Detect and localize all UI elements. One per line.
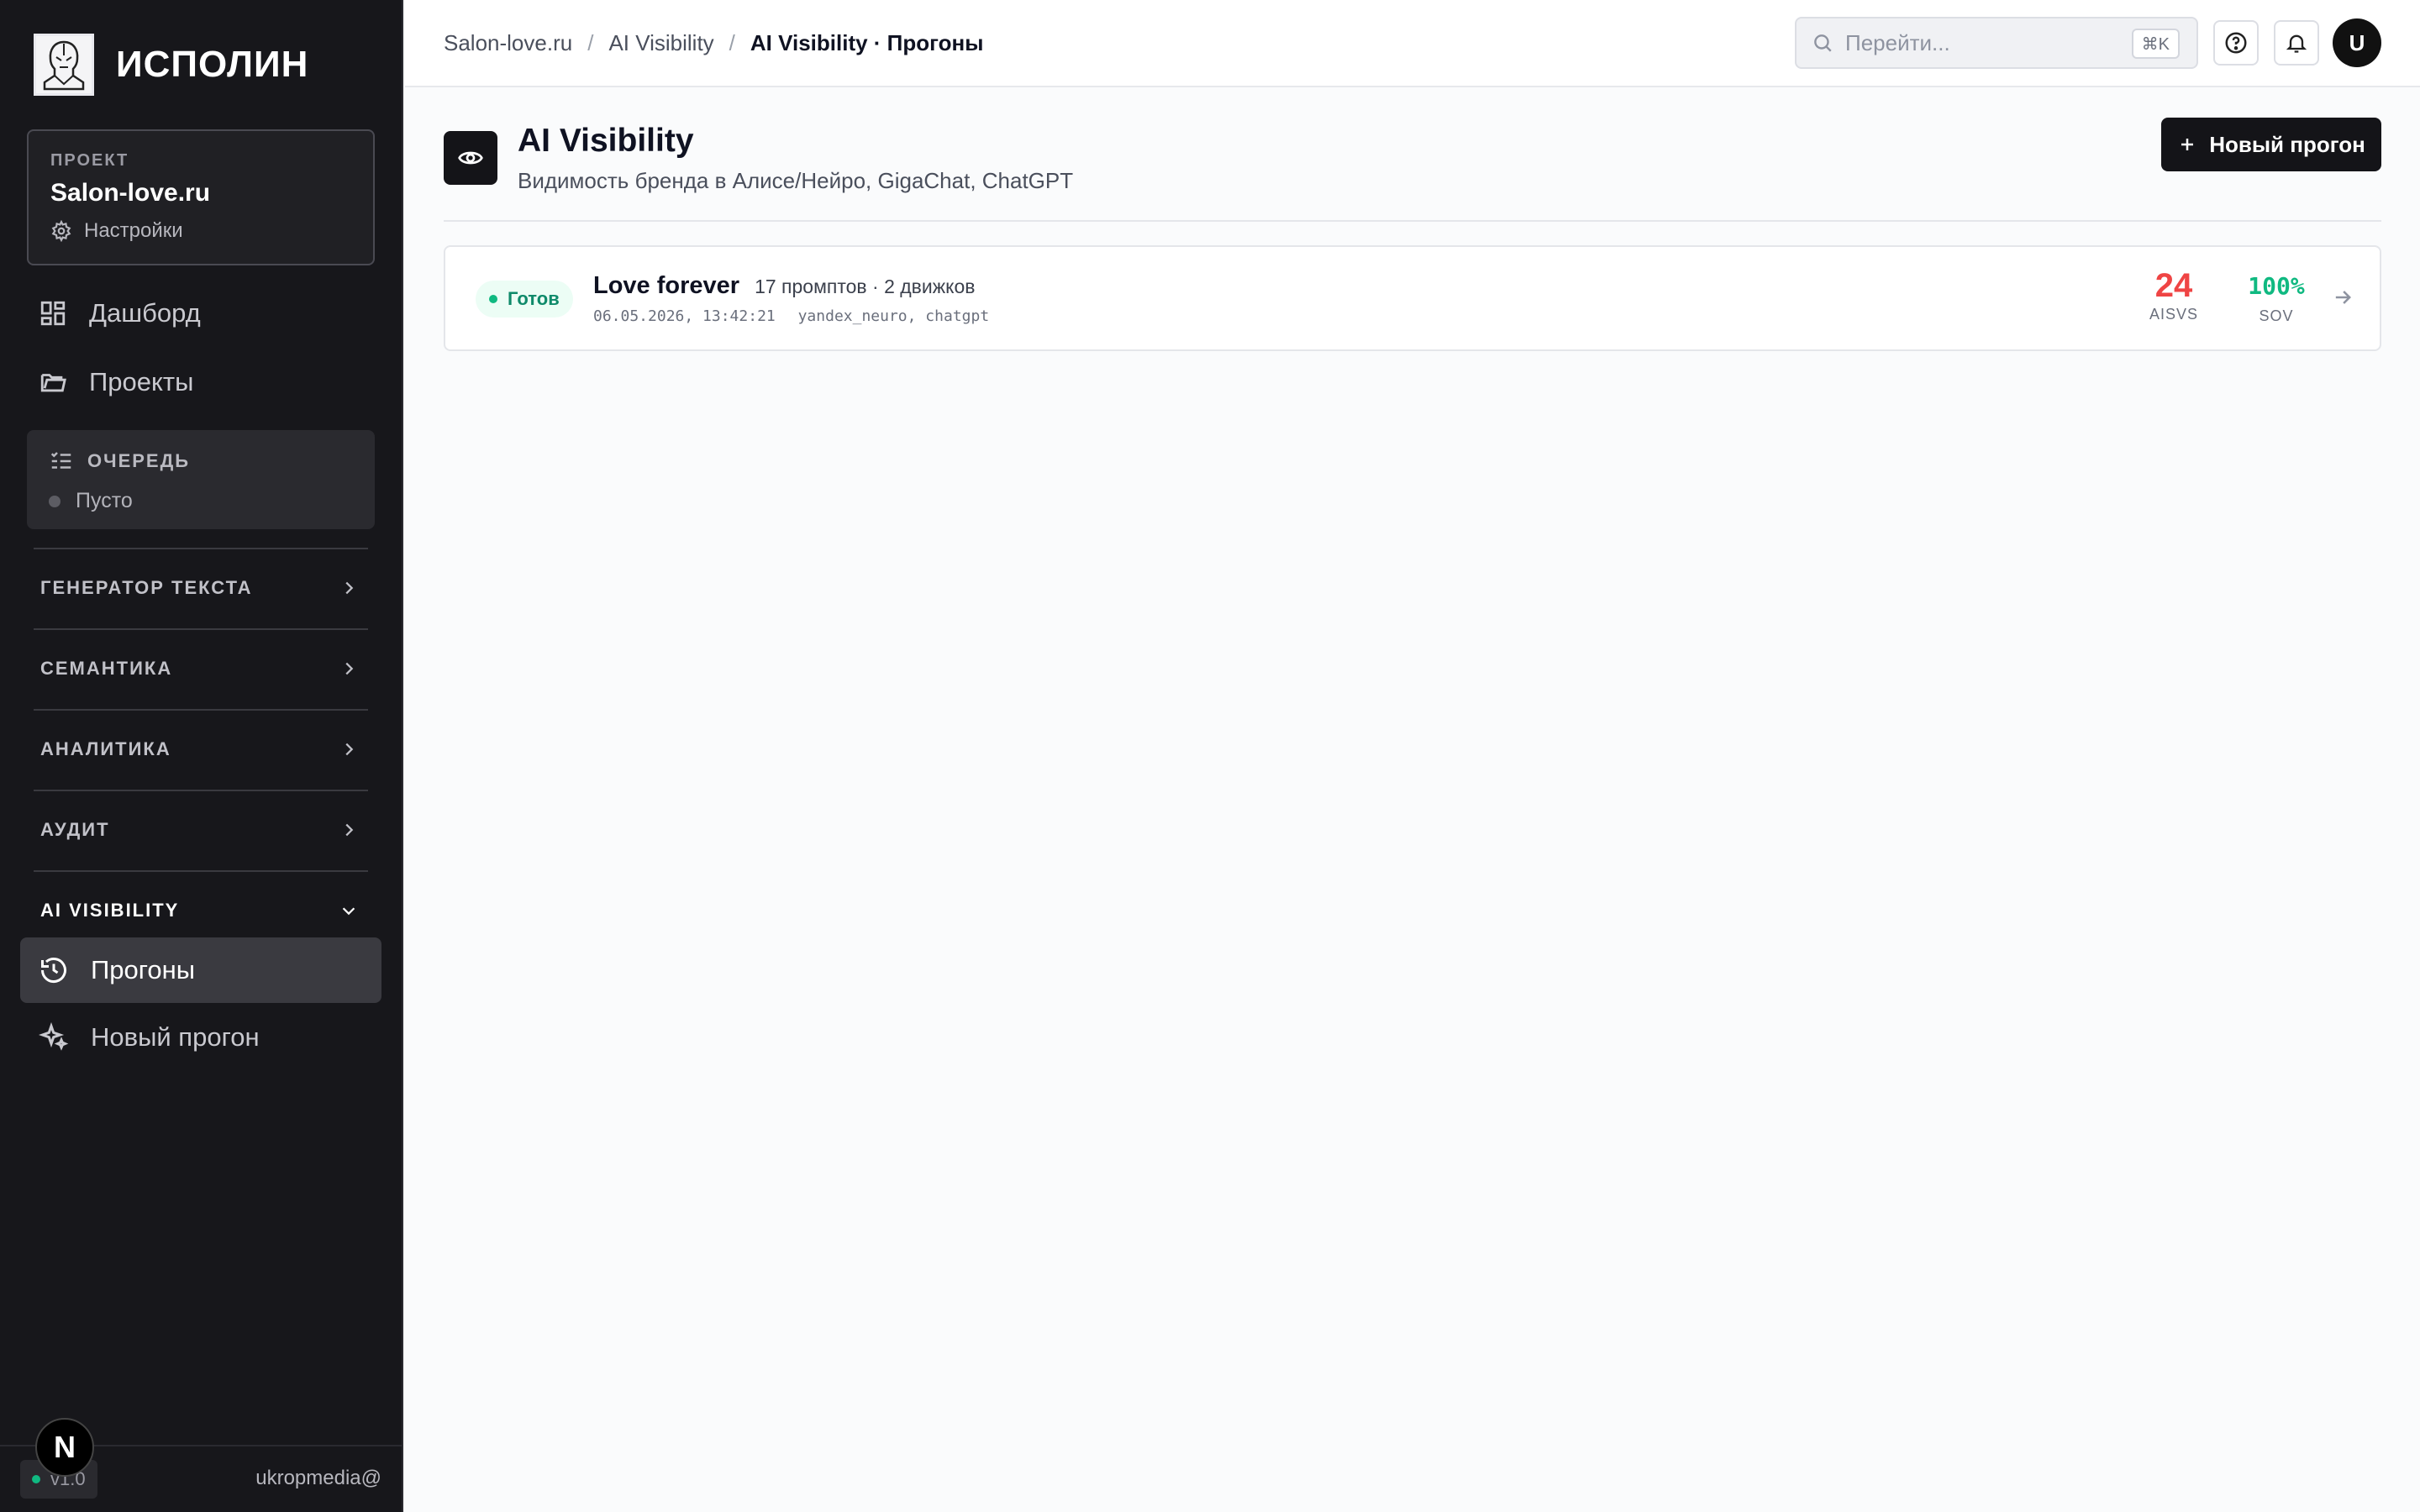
chevron-down-icon bbox=[342, 907, 355, 916]
breadcrumb: Salon-love.ru / AI Visibility / AI Visib… bbox=[444, 30, 983, 56]
sidebar-item-runs[interactable]: Прогоны bbox=[20, 937, 381, 1003]
status-dot bbox=[489, 295, 497, 303]
breadcrumb-section[interactable]: AI Visibility bbox=[608, 30, 713, 56]
section-label: ГЕНЕРАТОР ТЕКСТА bbox=[40, 577, 253, 598]
run-datetime: 06.05.2026, 13:42:21 bbox=[593, 307, 776, 325]
section-label: АУДИТ bbox=[40, 819, 110, 840]
sidebar-item-dashboard[interactable]: Дашборд bbox=[20, 281, 381, 346]
chevron-right-icon bbox=[345, 662, 354, 675]
help-button[interactable] bbox=[2213, 20, 2259, 66]
queue-title: ОЧЕРЕДЬ bbox=[87, 450, 191, 471]
section-ai-visibility[interactable]: AI VISIBILITY bbox=[34, 889, 368, 932]
new-run-button-label: Новый прогон bbox=[2209, 131, 2365, 157]
folder-icon bbox=[40, 374, 66, 392]
aisvs-label: AISVS bbox=[2149, 306, 2199, 323]
run-engines: yandex_neuro, chatgpt bbox=[797, 307, 990, 325]
sidebar-item-label: Дашборд bbox=[89, 298, 201, 328]
breadcrumb-separator: / bbox=[729, 30, 735, 55]
divider bbox=[34, 790, 368, 791]
page-subtitle: Видимость бренда в Алисе/Нейро, GigaChat… bbox=[518, 168, 1074, 193]
arrow-right-icon[interactable] bbox=[2331, 286, 2354, 309]
metric-sov: 100% SOV bbox=[2238, 265, 2314, 325]
search-input[interactable] bbox=[1845, 29, 2114, 56]
section-semantics[interactable]: СЕМАНТИКА bbox=[34, 647, 368, 690]
queue-panel[interactable]: ОЧЕРЕДЬ Пусто bbox=[27, 430, 375, 529]
metric-aisvs: 24 AISVS bbox=[2136, 265, 2212, 323]
project-settings-link[interactable]: Настройки bbox=[50, 219, 351, 243]
brand-logo-icon bbox=[34, 34, 94, 96]
queue-status: Пусто bbox=[76, 489, 133, 512]
section-label: СЕМАНТИКА bbox=[40, 658, 173, 679]
search-shortcut: ⌘K bbox=[2131, 29, 2180, 59]
queue-status-dot bbox=[49, 495, 60, 507]
sidebar-item-label: Новый прогон bbox=[91, 1022, 260, 1052]
status-label: Готов bbox=[508, 288, 560, 309]
version-status-dot bbox=[32, 1475, 40, 1483]
breadcrumb-project[interactable]: Salon-love.ru bbox=[444, 30, 572, 56]
notifications-button[interactable] bbox=[2274, 20, 2319, 66]
divider bbox=[444, 220, 2381, 222]
section-label: AI VISIBILITY bbox=[40, 900, 180, 921]
chevron-right-icon bbox=[345, 743, 354, 756]
brand[interactable]: ИСПОЛИН bbox=[34, 32, 308, 97]
sidebar-item-projects[interactable]: Проекты bbox=[20, 349, 381, 415]
breadcrumb-separator: / bbox=[587, 30, 594, 55]
divider bbox=[34, 709, 368, 711]
breadcrumb-current: AI Visibility · Прогоны bbox=[750, 30, 984, 55]
run-card[interactable]: Готов Love forever 17 промптов · 2 движк… bbox=[444, 245, 2381, 351]
sidebar-item-new-run[interactable]: Новый прогон bbox=[20, 1005, 381, 1070]
help-icon bbox=[2225, 32, 2247, 54]
history-icon bbox=[41, 958, 66, 984]
dashboard-icon bbox=[40, 301, 66, 326]
avatar[interactable]: U bbox=[2333, 18, 2381, 67]
project-card[interactable]: ПРОЕКТ Salon-love.ru Настройки bbox=[27, 129, 375, 265]
page-title: AI Visibility bbox=[518, 123, 694, 159]
gear-icon bbox=[51, 220, 71, 242]
sov-label: SOV bbox=[2259, 307, 2294, 324]
section-label: АНАЛИТИКА bbox=[40, 738, 171, 759]
bell-icon bbox=[2286, 34, 2307, 53]
chevron-right-icon bbox=[345, 823, 354, 837]
search-box[interactable]: ⌘K bbox=[1795, 17, 2198, 69]
run-details: 06.05.2026, 13:42:21 yandex_neuro, chatg… bbox=[593, 307, 989, 325]
search-icon bbox=[1814, 34, 1832, 52]
sidebar-item-label: Прогоны bbox=[91, 955, 196, 984]
project-settings-label: Настройки bbox=[84, 219, 183, 242]
divider bbox=[34, 548, 368, 549]
sidebar: ИСПОЛИН ПРОЕКТ Salon-love.ru Настройки Д… bbox=[0, 0, 403, 1512]
section-audit[interactable]: АУДИТ bbox=[34, 808, 368, 852]
sparkles-icon bbox=[39, 1022, 69, 1051]
aisvs-value: 24 bbox=[2154, 267, 2193, 304]
list-check-icon bbox=[50, 452, 71, 469]
sidebar-item-label: Проекты bbox=[89, 367, 194, 396]
user-email[interactable]: ukropmedia@ bbox=[255, 1467, 381, 1490]
topbar: Salon-love.ru / AI Visibility / AI Visib… bbox=[405, 0, 2420, 87]
divider bbox=[34, 628, 368, 630]
new-run-button[interactable]: Новый прогон bbox=[2161, 118, 2381, 171]
status-badge: Готов bbox=[476, 281, 573, 318]
eye-icon bbox=[444, 131, 497, 185]
brand-name: ИСПОЛИН bbox=[116, 44, 309, 85]
run-name: Love forever bbox=[593, 272, 740, 299]
section-analytics[interactable]: АНАЛИТИКА bbox=[34, 727, 368, 771]
plus-icon bbox=[2181, 139, 2194, 150]
section-textgen[interactable]: ГЕНЕРАТОР ТЕКСТА bbox=[34, 566, 368, 610]
project-name: Salon-love.ru bbox=[50, 179, 211, 207]
divider bbox=[34, 870, 368, 872]
project-kicker: ПРОЕКТ bbox=[50, 151, 129, 170]
sov-value: 100% bbox=[2248, 272, 2305, 300]
run-meta: 17 промптов · 2 движков bbox=[755, 276, 976, 297]
nextjs-dev-badge[interactable]: N bbox=[35, 1418, 94, 1477]
chevron-right-icon bbox=[345, 581, 354, 595]
